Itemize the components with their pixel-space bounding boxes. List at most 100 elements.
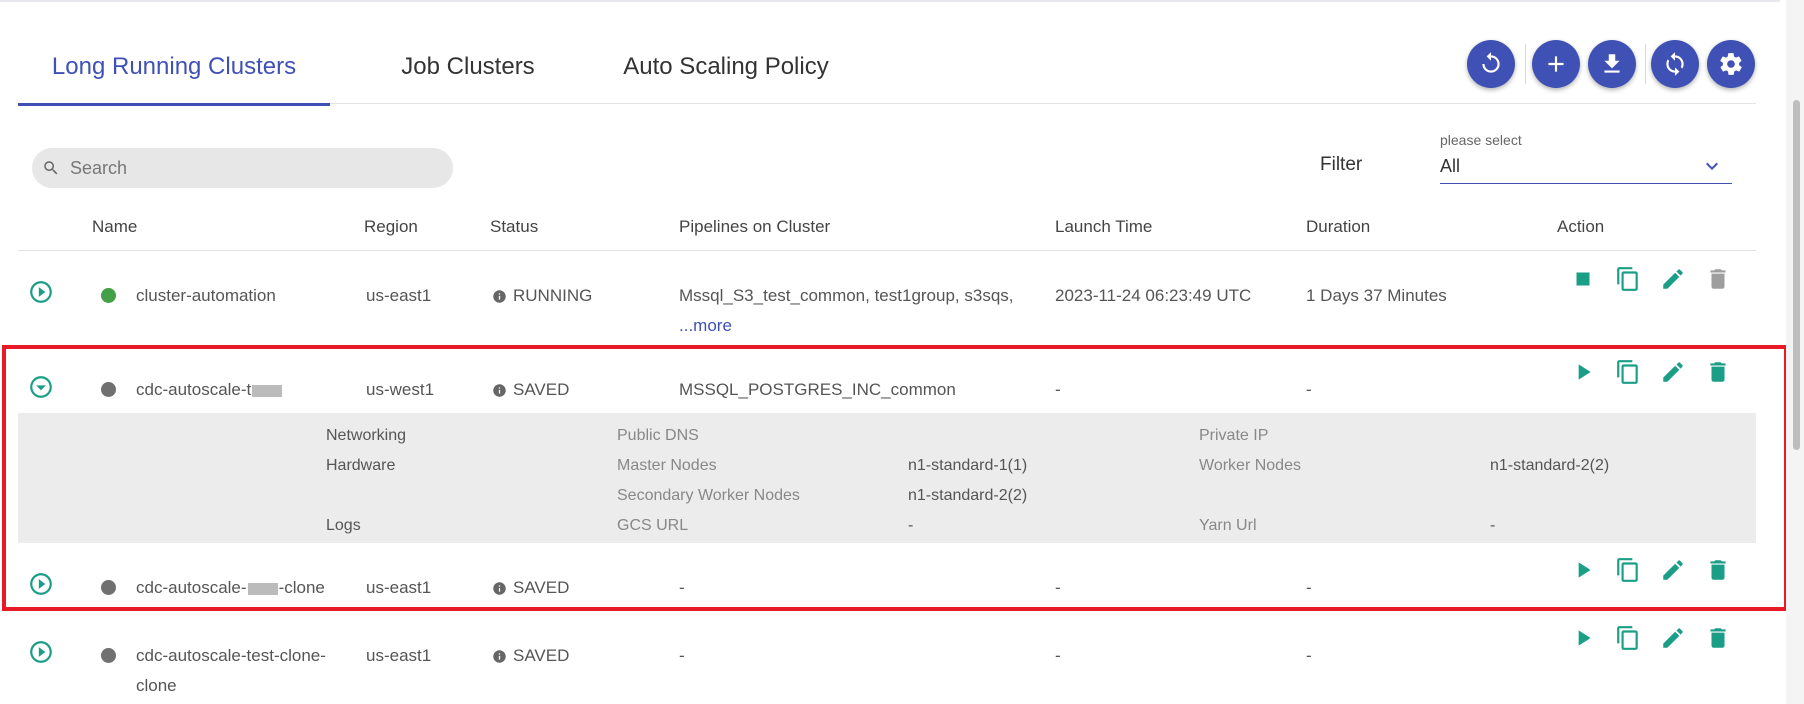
cluster-name[interactable]: cdc-autoscale-test-clone- bbox=[136, 646, 326, 666]
row-actions bbox=[1560, 264, 1740, 294]
detail-worker-nodes-label: Worker Nodes bbox=[1199, 457, 1301, 474]
cluster-launch-time: 2023-11-24 06:23:49 UTC bbox=[1055, 286, 1252, 305]
column-header-pipelines: Pipelines on Cluster bbox=[679, 217, 831, 236]
cluster-name[interactable]: cdc-autoscale- -clone bbox=[136, 578, 325, 598]
top-divider bbox=[0, 0, 1780, 2]
toolbar-divider bbox=[1525, 44, 1526, 84]
settings-icon bbox=[1720, 53, 1742, 75]
status-dot bbox=[101, 648, 116, 663]
refresh-button[interactable] bbox=[1467, 40, 1515, 88]
table-row: cdc-autoscale-t us-west1 SAVED MSSQL_POS… bbox=[0, 345, 1780, 413]
settings-button[interactable] bbox=[1707, 40, 1755, 88]
table-row: cluster-automation us-east1 RUNNING Mssq… bbox=[0, 250, 1780, 335]
detail-yarn-url-label: Yarn Url bbox=[1199, 517, 1257, 534]
cluster-name-line2[interactable]: clone bbox=[136, 676, 177, 696]
expand-row-button[interactable] bbox=[28, 571, 54, 597]
status-text: SAVED bbox=[513, 646, 570, 665]
add-icon bbox=[1548, 56, 1564, 72]
scrollbar-thumb[interactable] bbox=[1793, 100, 1800, 450]
edit-button[interactable] bbox=[1650, 623, 1695, 653]
toolbar-divider bbox=[1645, 44, 1646, 84]
expand-row-button[interactable] bbox=[28, 639, 54, 665]
delete-button[interactable] bbox=[1695, 264, 1740, 294]
collapse-row-button[interactable] bbox=[28, 374, 54, 400]
copy-button[interactable] bbox=[1605, 264, 1650, 294]
cluster-pipelines: Mssql_S3_test_common, test1group, s3sqs, bbox=[679, 286, 1014, 305]
play-circle-icon bbox=[30, 641, 52, 663]
redacted-text bbox=[247, 582, 278, 595]
cluster-name-text: cdc-autoscale- bbox=[136, 578, 247, 597]
edit-button[interactable] bbox=[1650, 357, 1695, 387]
copy-button[interactable] bbox=[1605, 623, 1650, 653]
start-button[interactable] bbox=[1560, 623, 1605, 653]
detail-gcs-url-value: - bbox=[908, 517, 914, 534]
search-box bbox=[32, 148, 453, 188]
edit-button[interactable] bbox=[1650, 555, 1695, 585]
cluster-name[interactable]: cdc-autoscale-t bbox=[136, 380, 283, 400]
play-icon bbox=[1578, 364, 1591, 380]
cluster-launch-time: - bbox=[1055, 578, 1061, 597]
row-actions bbox=[1560, 357, 1740, 387]
status-dot bbox=[101, 580, 116, 595]
status-dot bbox=[101, 382, 116, 397]
trash-icon bbox=[1709, 362, 1726, 382]
column-header-action: Action bbox=[1557, 217, 1605, 236]
download-button[interactable] bbox=[1588, 40, 1636, 88]
edit-button[interactable] bbox=[1650, 264, 1695, 294]
copy-icon bbox=[1616, 267, 1638, 291]
add-cluster-button[interactable] bbox=[1532, 40, 1580, 88]
cluster-duration: - bbox=[1306, 380, 1312, 399]
cluster-duration: 1 Days 37 Minutes bbox=[1306, 286, 1447, 305]
table-row: cdc-autoscale- -clone us-east1 SAVED - - … bbox=[0, 543, 1780, 611]
tab-job-clusters[interactable]: Job Clusters bbox=[350, 34, 586, 104]
delete-button[interactable] bbox=[1695, 555, 1740, 585]
sync-button[interactable] bbox=[1651, 40, 1699, 88]
detail-logs-label: Logs bbox=[326, 517, 361, 534]
column-header-name: Name bbox=[92, 217, 138, 236]
edit-icon bbox=[1662, 362, 1683, 382]
detail-networking-label: Networking bbox=[326, 427, 407, 444]
play-circle-icon bbox=[30, 281, 52, 303]
cluster-name[interactable]: cluster-automation bbox=[136, 286, 276, 306]
expand-row-button[interactable] bbox=[28, 279, 54, 305]
cluster-duration: - bbox=[1306, 646, 1312, 665]
stop-button[interactable] bbox=[1560, 264, 1605, 294]
search-icon bbox=[44, 161, 58, 175]
cluster-detail-panel: Networking Public DNS Private IP Hardwar… bbox=[18, 413, 1756, 543]
filter-select[interactable]: please select All bbox=[1440, 132, 1732, 184]
search-input[interactable] bbox=[70, 148, 440, 188]
column-header-status: Status bbox=[490, 217, 539, 236]
sync-icon bbox=[1666, 52, 1684, 76]
filter-label: Filter bbox=[1320, 154, 1363, 175]
status-text: SAVED bbox=[513, 380, 570, 399]
delete-button[interactable] bbox=[1695, 357, 1740, 387]
start-button[interactable] bbox=[1560, 555, 1605, 585]
column-header-duration: Duration bbox=[1306, 217, 1371, 236]
detail-yarn-url-value: - bbox=[1490, 517, 1496, 534]
cluster-pipelines: - bbox=[679, 646, 685, 665]
tab-auto-scaling-policy[interactable]: Auto Scaling Policy bbox=[606, 34, 846, 104]
edit-icon bbox=[1662, 560, 1683, 580]
play-icon bbox=[1578, 562, 1591, 578]
filter-selected-value: All bbox=[1440, 156, 1461, 176]
more-pipelines-link[interactable]: ...more bbox=[679, 316, 732, 336]
trash-icon bbox=[1709, 269, 1726, 289]
tab-long-running-clusters[interactable]: Long Running Clusters bbox=[18, 34, 330, 106]
row-actions bbox=[1560, 555, 1740, 585]
cluster-status: SAVED bbox=[492, 380, 569, 400]
column-header-launch-time: Launch Time bbox=[1055, 217, 1153, 236]
start-button[interactable] bbox=[1560, 357, 1605, 387]
info-icon bbox=[493, 581, 506, 595]
row-actions bbox=[1560, 623, 1740, 653]
status-text: SAVED bbox=[513, 578, 570, 597]
copy-icon bbox=[1616, 626, 1638, 650]
copy-button[interactable] bbox=[1605, 357, 1650, 387]
copy-button[interactable] bbox=[1605, 555, 1650, 585]
copy-icon bbox=[1616, 360, 1638, 384]
redacted-text bbox=[252, 384, 283, 397]
info-icon bbox=[493, 649, 506, 663]
delete-button[interactable] bbox=[1695, 623, 1740, 653]
cluster-status: SAVED bbox=[492, 578, 569, 598]
download-icon bbox=[1604, 54, 1620, 73]
cluster-region: us-east1 bbox=[366, 578, 432, 597]
